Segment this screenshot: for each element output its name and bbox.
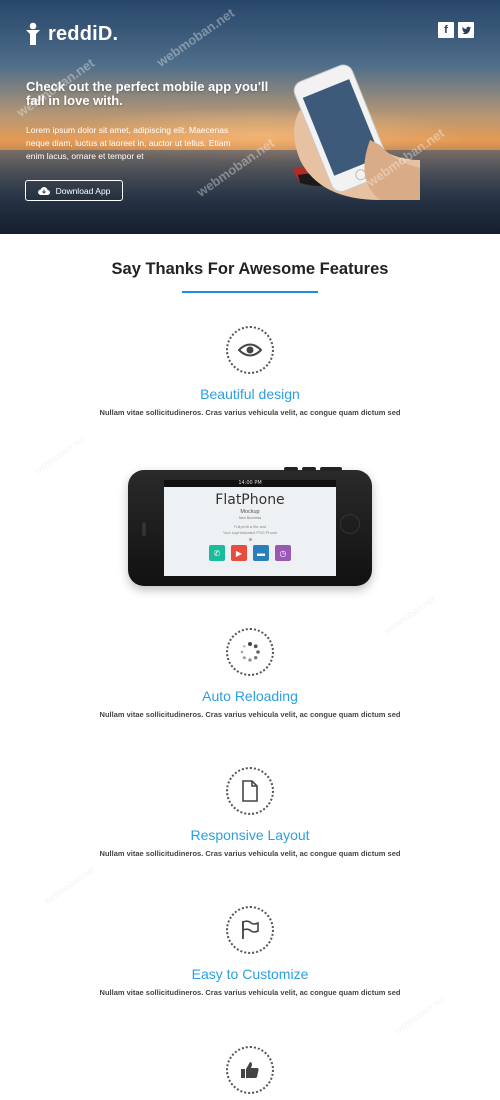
screen-app-row: ✆ ▶ ▬ ◷ <box>164 545 336 561</box>
screen-line: Your sophisticated PSD Phone <box>222 530 278 535</box>
feature-title: Auto Reloading <box>202 688 298 704</box>
features-heading: Say Thanks For Awesome Features <box>111 260 389 278</box>
screen-subtitle: Mockup <box>240 509 260 515</box>
watermark: webmoban.net <box>32 433 87 477</box>
document-icon <box>226 767 274 815</box>
screen-text: Fullyedit a file and Your sophisticated … <box>164 524 336 536</box>
feature-description: Nullam vitae sollicitudineros. Cras vari… <box>99 849 401 858</box>
eye-icon <box>226 326 274 374</box>
feature-title: Responsive Layout <box>190 827 310 843</box>
hand-phone-image <box>293 64 420 200</box>
brand-logo[interactable]: reddiD. <box>24 22 118 46</box>
screen-status-bar: 14:00 PM <box>164 480 336 487</box>
download-app-label: Download App <box>55 185 111 196</box>
play-icon: ▶ <box>231 545 247 561</box>
feature-title: Beautiful design <box>200 386 300 402</box>
screen-dot <box>248 538 252 541</box>
phone-button <box>284 467 298 471</box>
twitter-bird-icon <box>461 26 471 34</box>
phone-icon: ✆ <box>209 545 225 561</box>
watermark: webmoban.net <box>42 863 97 907</box>
loading-icon <box>226 628 274 676</box>
feature-description: Nullam vitae sollicitudineros. Cras vari… <box>99 988 401 997</box>
phone-screen: 14:00 PM FlatPhone Mockup New Business F… <box>164 480 336 576</box>
screen-tag: New Business <box>238 516 262 520</box>
watermark: webmoban.net <box>153 5 238 70</box>
hero-banner: reddiD. f Check out the perfect mobile a… <box>0 0 500 234</box>
feature-description: Nullam vitae sollicitudineros. Cras vari… <box>99 408 401 417</box>
cloud-download-icon <box>37 186 50 195</box>
phone-mockup-image: 14:00 PM FlatPhone Mockup New Business F… <box>128 467 372 586</box>
download-app-button[interactable]: Download App <box>25 180 123 201</box>
thumbs-up-icon <box>226 1046 274 1094</box>
phone-home-button <box>340 514 360 534</box>
phone-speaker <box>142 522 146 536</box>
brand-name: reddiD. <box>48 22 119 45</box>
chat-icon: ▬ <box>253 545 269 561</box>
hero-description: Lorem ipsum dolor sit amet, adipiscing e… <box>26 125 231 161</box>
phone-button <box>320 467 342 471</box>
feature-description: Nullam vitae sollicitudineros. Cras vari… <box>99 710 401 719</box>
feature-title: Easy to Customize <box>191 966 309 982</box>
clock-icon: ◷ <box>275 545 291 561</box>
twitter-icon[interactable] <box>458 22 474 38</box>
flag-icon <box>226 906 274 954</box>
social-links: f <box>438 22 474 38</box>
phone-button <box>302 467 316 471</box>
person-icon <box>26 22 40 45</box>
hero-headline: Check out the perfect mobile app you'll … <box>26 79 269 108</box>
heading-underline <box>182 291 318 293</box>
facebook-icon[interactable]: f <box>438 22 454 38</box>
screen-title: FlatPhone <box>215 492 285 508</box>
watermark: webmoban.net <box>382 593 437 637</box>
